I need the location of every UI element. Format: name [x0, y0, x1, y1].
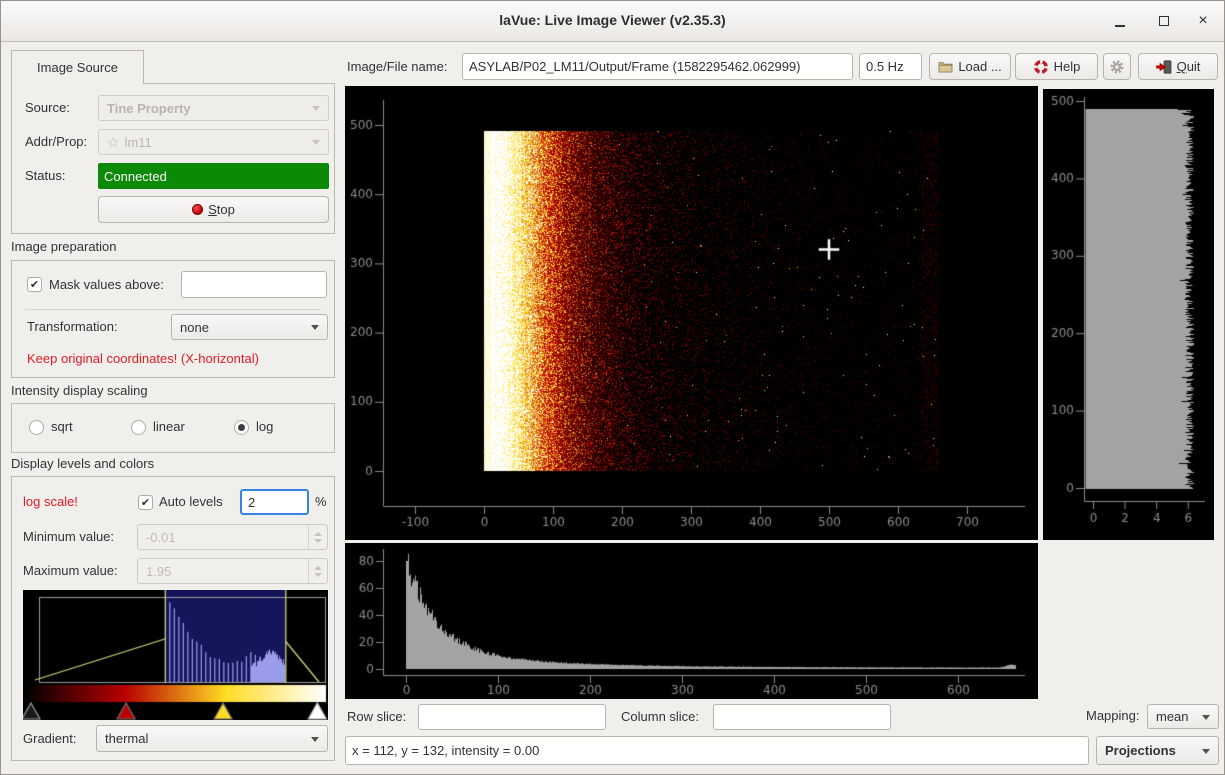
row-projection-plot[interactable]	[1043, 89, 1214, 540]
settings-button[interactable]	[1103, 53, 1131, 80]
lavue-window: laVue: Live Image Viewer (v2.35.3) × Ima…	[0, 0, 1225, 775]
maximize-button[interactable]	[1149, 9, 1179, 33]
close-icon: ×	[1198, 13, 1207, 29]
image-file-input[interactable]	[462, 53, 853, 80]
record-stop-icon	[192, 204, 203, 215]
gradient-label: Gradient:	[23, 725, 76, 752]
titlebar: laVue: Live Image Viewer (v2.35.3) ×	[1, 1, 1224, 42]
mapping-combo[interactable]: mean	[1147, 704, 1219, 729]
favorite-star-icon: ☆	[107, 134, 120, 151]
mask-values-label: Mask values above:	[49, 272, 164, 298]
status-badge: Connected	[98, 163, 329, 189]
source-label: Source:	[25, 95, 70, 121]
minimum-value-spinner[interactable]: -0.01	[137, 524, 328, 550]
image-file-label: Image/File name:	[347, 53, 447, 80]
quit-door-icon	[1156, 60, 1172, 74]
column-slice-label: Column slice:	[621, 704, 699, 730]
minimize-icon	[1115, 25, 1125, 27]
image-preparation-title: Image preparation	[11, 239, 117, 255]
help-button[interactable]: Help	[1015, 53, 1098, 80]
maximize-icon	[1159, 16, 1169, 26]
percent-label: %	[315, 489, 327, 515]
chevron-down-icon	[312, 140, 320, 145]
radio-linear-label: linear	[153, 414, 185, 440]
radio-log[interactable]	[234, 420, 249, 435]
intensity-histogram-plot[interactable]	[345, 543, 1038, 699]
gear-icon	[1109, 59, 1125, 75]
window-title: laVue: Live Image Viewer (v2.35.3)	[1, 12, 1224, 28]
stop-button-label: Stop	[208, 202, 235, 217]
auto-levels-checkbox[interactable]: ✔	[138, 495, 153, 510]
lifebuoy-help-icon	[1033, 59, 1049, 75]
radio-log-label: log	[256, 414, 273, 440]
maximum-value-label: Maximum value:	[23, 558, 118, 584]
spin-up-icon[interactable]	[314, 566, 322, 570]
spin-down-icon[interactable]	[314, 539, 322, 543]
row-slice-label: Row slice:	[347, 704, 406, 730]
spin-up-icon[interactable]	[314, 532, 322, 536]
source-combo[interactable]: Tine Property	[98, 95, 329, 121]
addr-prop-combo[interactable]: ☆ lm11	[98, 129, 329, 155]
radio-sqrt[interactable]	[29, 420, 44, 435]
main-image-plot[interactable]	[345, 86, 1038, 540]
pixel-status-field: x = 112, y = 132, intensity = 0.00	[345, 736, 1089, 765]
chevron-down-icon	[312, 106, 320, 111]
transformation-combo[interactable]: none	[171, 314, 328, 340]
minimize-button[interactable]	[1105, 9, 1135, 33]
column-slice-input[interactable]	[713, 704, 891, 730]
auto-levels-label: Auto levels	[159, 489, 223, 515]
quit-button[interactable]: Quit	[1138, 53, 1218, 80]
auto-levels-percent-input[interactable]	[240, 489, 309, 515]
mask-values-input[interactable]	[181, 271, 327, 298]
log-scale-note: log scale!	[23, 489, 78, 515]
transformation-label: Transformation:	[27, 314, 118, 340]
projections-button[interactable]: Projections	[1096, 736, 1219, 765]
stop-button[interactable]: Stop	[98, 196, 329, 223]
chevron-down-icon	[311, 737, 319, 742]
help-button-label: Help	[1054, 59, 1081, 74]
mapping-label: Mapping:	[1086, 703, 1139, 729]
intensity-scaling-title: Intensity display scaling	[11, 383, 148, 399]
addr-prop-label: Addr/Prop:	[25, 129, 87, 155]
radio-sqrt-label: sqrt	[51, 414, 73, 440]
coordinates-warning: Keep original coordinates! (X-horizontal…	[27, 346, 259, 372]
chevron-down-icon	[1202, 715, 1210, 720]
tab-image-source[interactable]: Image Source	[11, 50, 144, 84]
chevron-down-icon	[311, 325, 319, 330]
row-slice-input[interactable]	[418, 704, 606, 730]
quit-button-label: Quit	[1177, 59, 1201, 74]
radio-linear[interactable]	[131, 420, 146, 435]
lut-histogram-widget[interactable]	[23, 590, 328, 720]
status-label: Status:	[25, 163, 65, 189]
separator	[25, 309, 321, 310]
maximum-value-spinner[interactable]: 1.95	[137, 558, 328, 584]
mask-values-checkbox[interactable]: ✔	[27, 277, 42, 292]
gradient-combo[interactable]: thermal	[96, 725, 328, 752]
close-button[interactable]: ×	[1188, 9, 1218, 33]
refresh-rate-field[interactable]: 0.5 Hz	[859, 53, 922, 80]
chevron-down-icon	[1202, 749, 1210, 754]
spin-down-icon[interactable]	[314, 573, 322, 577]
minimum-value-label: Minimum value:	[23, 524, 114, 550]
display-levels-title: Display levels and colors	[11, 456, 154, 472]
folder-icon	[938, 60, 953, 73]
load-button[interactable]: Load ...	[929, 53, 1011, 80]
load-button-label: Load ...	[958, 59, 1001, 74]
